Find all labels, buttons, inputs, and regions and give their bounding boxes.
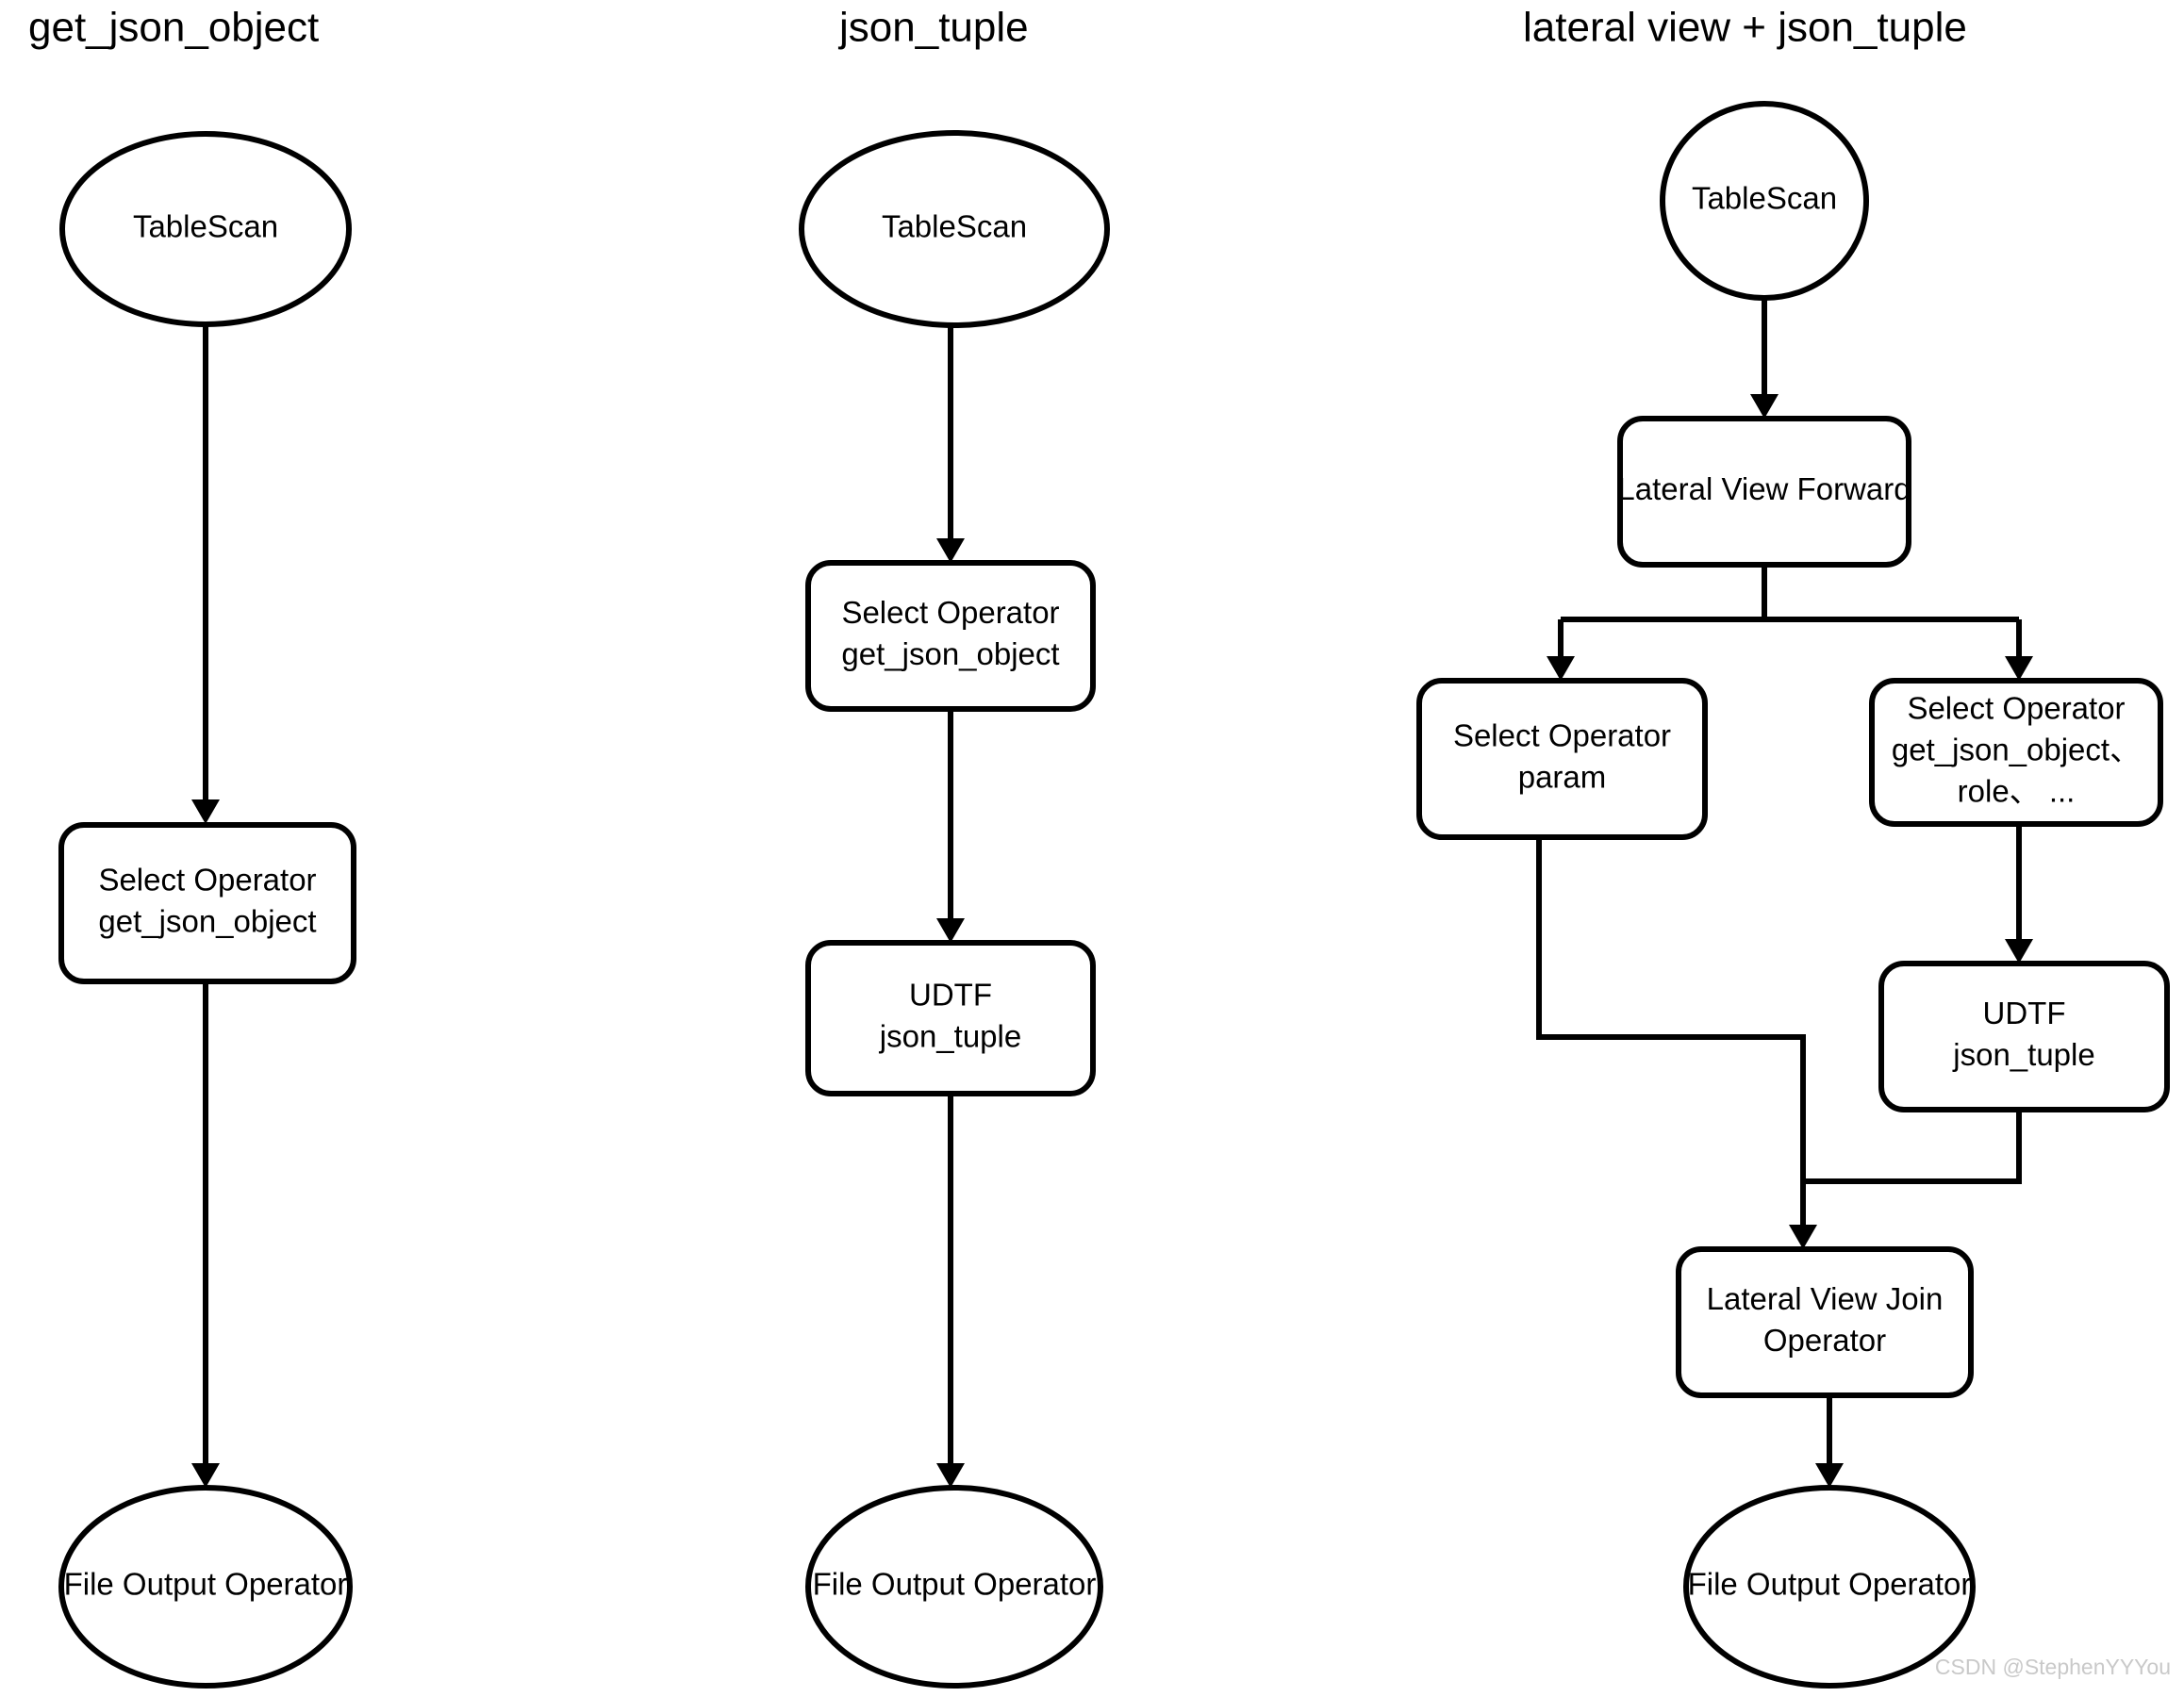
watermark-label: CSDN @StephenYYYou bbox=[1935, 1655, 2171, 1679]
node-label-line: File Output Operator bbox=[813, 1567, 1097, 1602]
edge-e-c2-ts-select bbox=[936, 325, 965, 563]
node-label-line: UDTF bbox=[1983, 996, 2066, 1030]
column-title-lateral-view-json-tuple: lateral view + json_tuple bbox=[1523, 5, 1967, 51]
node-label-line: json_tuple bbox=[879, 1019, 1021, 1054]
node-label-line: Select Operator bbox=[1907, 691, 2125, 726]
arrowhead-icon bbox=[191, 799, 220, 824]
node-label-line: param bbox=[1518, 760, 1607, 795]
edge-line bbox=[1536, 837, 1806, 1238]
node-c2-fileoutput[interactable]: File Output Operator bbox=[805, 1485, 1103, 1689]
edge-e-c3-branch-right bbox=[2005, 619, 2033, 681]
node-c3-select-param[interactable]: Select Operator param bbox=[1416, 678, 1708, 840]
node-label-line: File Output Operator bbox=[64, 1567, 348, 1602]
edge-line bbox=[1803, 1110, 2022, 1184]
node-c3-tablescan[interactable]: TableScan bbox=[1660, 101, 1869, 301]
node-label-line: TableScan bbox=[133, 209, 278, 244]
edge-line bbox=[1561, 565, 2019, 622]
node-label-line: get_json_object、 bbox=[1892, 733, 2141, 767]
node-c3-select-gjo[interactable]: Select Operator get_json_object、 role、 ... bbox=[1869, 678, 2163, 827]
node-label-line: Lateral View Forward bbox=[1617, 471, 1911, 506]
node-c3-udtf[interactable]: UDTF json_tuple bbox=[1878, 961, 2170, 1112]
edge-e-c3-gjo-udtf bbox=[2005, 824, 2033, 964]
arrowhead-icon bbox=[936, 538, 965, 563]
node-label-line: get_json_object bbox=[98, 904, 316, 939]
arrowhead-icon bbox=[1750, 394, 1779, 419]
node-label-line: json_tuple bbox=[1952, 1037, 2094, 1072]
arrowhead-icon bbox=[936, 918, 965, 943]
node-label-line: TableScan bbox=[882, 209, 1027, 244]
column-title-get-json-object: get_json_object bbox=[28, 5, 319, 51]
arrowhead-icon bbox=[2005, 939, 2033, 964]
arrowhead-icon bbox=[1815, 1463, 1844, 1488]
edge-e-c2-udtf-out bbox=[936, 1094, 965, 1488]
node-c2-udtf[interactable]: UDTF json_tuple bbox=[805, 940, 1096, 1096]
node-label-line: get_json_object bbox=[841, 636, 1059, 671]
node-label-line: Select Operator bbox=[1453, 718, 1671, 753]
node-label-line: TableScan bbox=[1692, 181, 1837, 216]
node-c3-fileoutput[interactable]: File Output Operator bbox=[1683, 1485, 1976, 1689]
node-label-line: Select Operator bbox=[841, 595, 1059, 630]
node-label-line: role、 ... bbox=[1958, 774, 2076, 809]
node-c2-tablescan[interactable]: TableScan bbox=[799, 130, 1110, 328]
edge-e-c3-ts-lvf bbox=[1750, 298, 1779, 419]
flowchart-svg: TableScan Select Operator get_json_object F… bbox=[28, 5, 2171, 1689]
edge-e-c2-select-udtf bbox=[936, 709, 965, 943]
nodes-layer: TableScan Select Operator get_json_object F… bbox=[58, 101, 2170, 1689]
arrowhead-icon bbox=[1547, 656, 1575, 681]
node-c1-select[interactable]: Select Operator get_json_object bbox=[58, 822, 356, 984]
node-c3-lvjoin[interactable]: Lateral View Join Operator bbox=[1676, 1246, 1974, 1398]
node-c3-lvforward[interactable]: Lateral View Forward bbox=[1617, 416, 1911, 568]
edge-e-c1-select-out bbox=[191, 981, 220, 1488]
edge-e-c3-lvf-branch bbox=[1561, 565, 2019, 622]
column-titles-layer: get_json_object json_tuple lateral view + … bbox=[28, 5, 1967, 51]
arrowhead-icon bbox=[191, 1463, 220, 1488]
edge-e-c3-param-join bbox=[1536, 837, 1817, 1249]
diagram-canvas: TableScan Select Operator get_json_object F… bbox=[0, 0, 2184, 1697]
node-label-line: Select Operator bbox=[98, 863, 316, 898]
arrowhead-icon bbox=[936, 1463, 965, 1488]
node-c2-select[interactable]: Select Operator get_json_object bbox=[805, 560, 1096, 712]
column-title-json-tuple: json_tuple bbox=[837, 5, 1029, 51]
edge-e-c3-branch-left bbox=[1547, 619, 1575, 681]
edge-e-c1-ts-select bbox=[191, 324, 220, 824]
node-label-line: UDTF bbox=[909, 978, 992, 1013]
node-label-line: Lateral View Join bbox=[1707, 1281, 1944, 1316]
arrowhead-icon bbox=[1789, 1225, 1817, 1249]
node-label-line: File Output Operator bbox=[1688, 1567, 1972, 1602]
node-c1-tablescan[interactable]: TableScan bbox=[59, 131, 352, 327]
edge-e-c3-join-out bbox=[1815, 1395, 1844, 1488]
node-label-line: Operator bbox=[1763, 1323, 1886, 1358]
node-c1-fileoutput[interactable]: File Output Operator bbox=[58, 1485, 353, 1689]
edge-e-c3-udtf-join bbox=[1803, 1110, 2022, 1184]
arrowhead-icon bbox=[2005, 656, 2033, 681]
